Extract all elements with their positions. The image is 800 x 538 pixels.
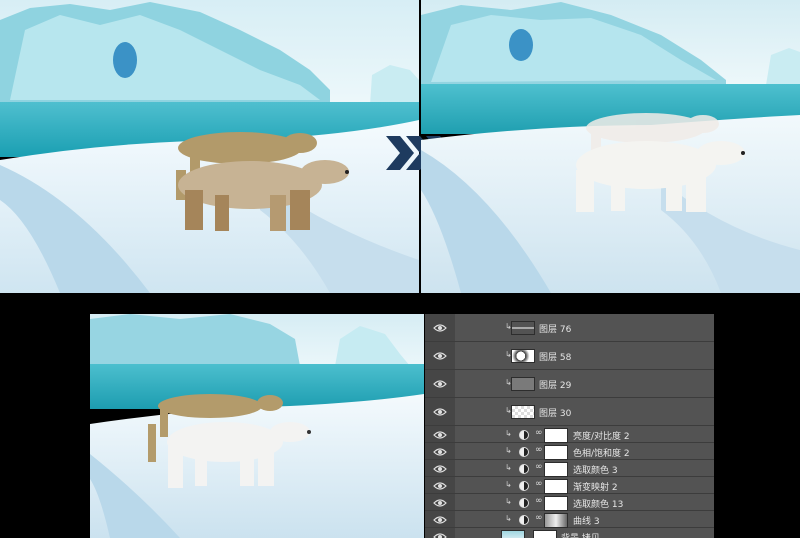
eye-icon[interactable]: [433, 530, 447, 538]
layer-mask-thumbnail[interactable]: [544, 427, 568, 443]
eye-icon[interactable]: [433, 377, 447, 391]
layer-thumbnail[interactable]: [511, 405, 535, 419]
chain-link-icon[interactable]: ∞: [535, 496, 543, 506]
layer-name[interactable]: 图层 76: [539, 322, 571, 335]
layer-name[interactable]: 背景 拷贝: [561, 531, 600, 538]
layer-row[interactable]: ↳ ∞ 色相/饱和度 2: [425, 443, 714, 460]
layer-mask-thumbnail[interactable]: [544, 495, 568, 511]
chain-link-icon[interactable]: ∞: [535, 462, 543, 472]
clip-icon: ↳: [505, 462, 512, 472]
eye-icon[interactable]: [433, 405, 447, 419]
adjustment-icon: [519, 514, 529, 525]
layer-name[interactable]: 选取颜色 3: [573, 463, 618, 476]
layer-name[interactable]: 色相/饱和度 2: [573, 446, 630, 459]
layer-row[interactable]: ↳ ∞ 亮度/对比度 2: [425, 426, 714, 443]
adjustment-icon: [519, 463, 529, 474]
layer-mask-thumbnail[interactable]: [544, 444, 568, 460]
chain-link-icon[interactable]: ∞: [535, 445, 543, 455]
clip-icon: ↳: [505, 479, 512, 489]
eye-icon[interactable]: [433, 428, 447, 442]
layer-name[interactable]: 图层 30: [539, 406, 571, 419]
layer-name[interactable]: 亮度/对比度 2: [573, 429, 630, 442]
adjustment-icon: [519, 480, 529, 491]
layer-thumbnail[interactable]: [511, 377, 535, 391]
adjustment-icon: [519, 446, 529, 457]
after-image: [421, 0, 800, 293]
eye-icon[interactable]: [433, 479, 447, 493]
layer-name[interactable]: 渐变映射 2: [573, 480, 618, 493]
layer-row[interactable]: ↳ ∞ 选取颜色 13: [425, 494, 714, 511]
layer-mask-thumbnail[interactable]: [533, 529, 557, 538]
composite-preview: [90, 314, 424, 538]
clip-icon: ↳: [505, 445, 512, 455]
layer-mask-thumbnail[interactable]: [544, 512, 568, 528]
clip-icon: ↳: [505, 496, 512, 506]
adjustment-icon: [519, 429, 529, 440]
layer-name[interactable]: 选取颜色 13: [573, 497, 623, 510]
layer-row[interactable]: ↳ 图层 58: [425, 342, 714, 370]
eye-icon[interactable]: [433, 445, 447, 459]
chain-link-icon[interactable]: ∞: [535, 513, 543, 523]
eye-icon[interactable]: [433, 321, 447, 335]
layer-thumbnail[interactable]: [511, 349, 535, 363]
layer-row[interactable]: ↳ 图层 30: [425, 398, 714, 426]
chain-link-icon[interactable]: ∞: [535, 428, 543, 438]
layer-row[interactable]: ↳ 图层 29: [425, 370, 714, 398]
layer-row[interactable]: ↳ ∞ 渐变映射 2: [425, 477, 714, 494]
chain-link-icon[interactable]: ∞: [535, 479, 543, 489]
layer-row[interactable]: ↳ ∞ 曲线 3: [425, 511, 714, 528]
clip-icon: ↳: [505, 513, 512, 523]
eye-icon[interactable]: [433, 349, 447, 363]
eye-icon[interactable]: [433, 496, 447, 510]
layer-thumbnail[interactable]: [511, 321, 535, 335]
layer-mask-thumbnail[interactable]: [544, 461, 568, 477]
layer-name[interactable]: 图层 58: [539, 350, 571, 363]
eye-icon[interactable]: [433, 462, 447, 476]
layer-name[interactable]: 曲线 3: [573, 514, 600, 527]
adjustment-icon: [519, 497, 529, 508]
clip-icon: ↳: [505, 428, 512, 438]
layer-row[interactable]: 背景 拷贝: [425, 528, 714, 538]
eye-icon[interactable]: [433, 513, 447, 527]
before-image: [0, 0, 419, 293]
layer-row[interactable]: ↳ ∞ 选取颜色 3: [425, 460, 714, 477]
layer-name[interactable]: 图层 29: [539, 378, 571, 391]
layer-row[interactable]: ↳ 图层 76: [425, 314, 714, 342]
layers-panel: ↳ 图层 76 ↳ 图层 58 ↳ 图层 29 ↳ 图层 30 ↳ ∞ 亮度/对比度 2 ↳ ∞ 色相/饱…: [425, 314, 714, 538]
layer-mask-thumbnail[interactable]: [544, 478, 568, 494]
layer-thumbnail[interactable]: [501, 529, 525, 538]
